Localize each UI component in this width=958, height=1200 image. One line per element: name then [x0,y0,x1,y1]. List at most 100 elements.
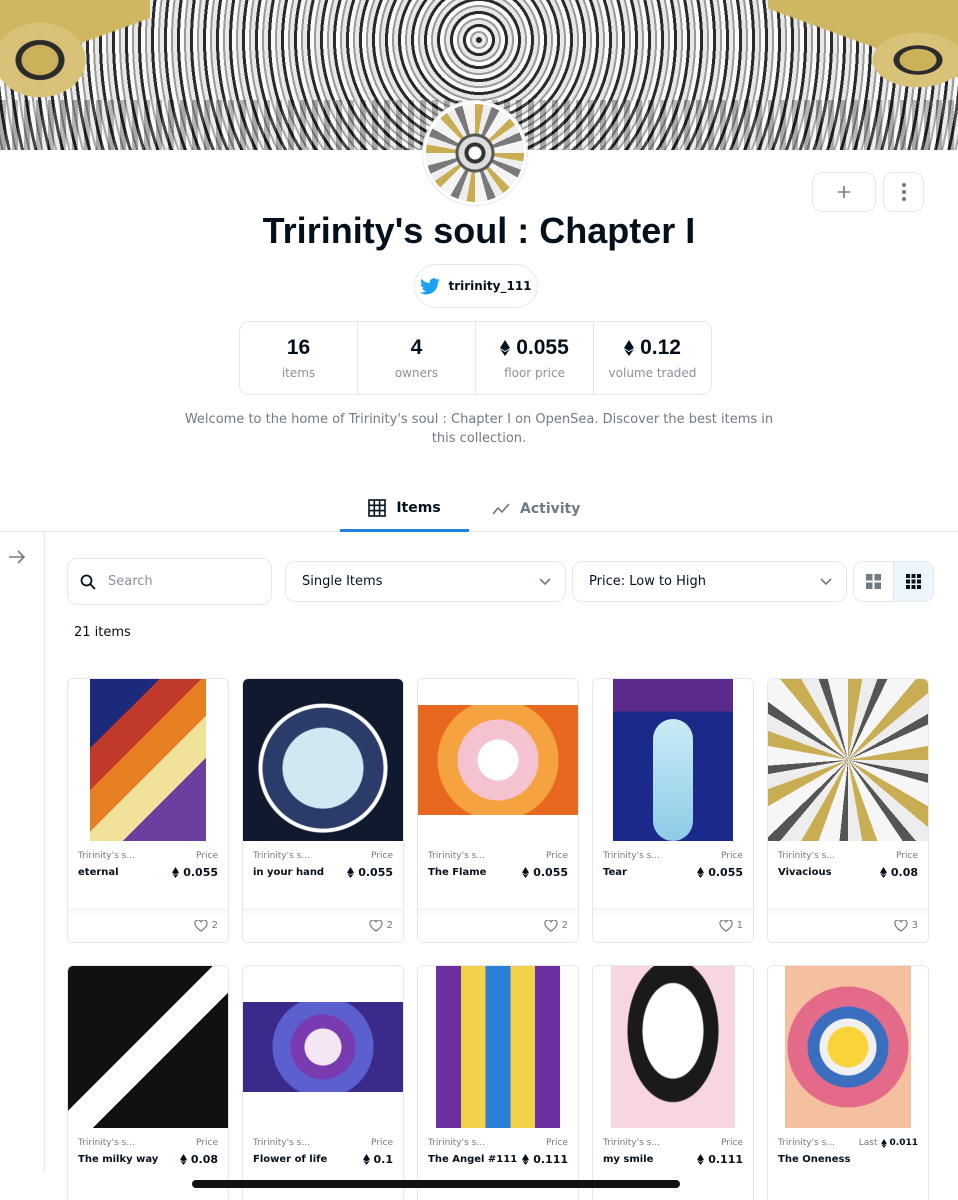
card-collection-name[interactable]: Tririnity's s... [428,1138,517,1148]
card-item-name[interactable]: Tear [603,867,660,878]
stat-floor-price[interactable]: 0.055 floor price [476,322,594,394]
card-collection-name[interactable]: Tririnity's s... [603,1138,660,1148]
nft-card[interactable]: Tririnity's s... my smile Price 0.111 [592,965,754,1200]
nft-card[interactable]: Tririnity's s... Flower of life Price 0.1 [242,965,404,1200]
nft-image[interactable] [68,679,228,841]
card-price: 0.08 [190,1153,218,1166]
twitter-link[interactable]: tririnity_111 [414,264,538,308]
like-count: 3 [911,920,918,931]
stat-value: 0.12 [640,336,681,359]
ethereum-icon [500,340,511,356]
select-value: Single Items [302,574,383,589]
nft-image[interactable] [768,966,928,1128]
ethereum-icon [880,1138,887,1148]
trending-icon [492,503,510,515]
card-item-name[interactable]: eternal [78,867,135,878]
card-item-name[interactable]: The Flame [428,867,486,878]
more-options-button[interactable] [883,172,924,212]
chevron-down-icon [820,577,832,585]
nft-image[interactable] [243,679,403,841]
stat-label: owners [394,366,439,380]
ethereum-icon [172,867,180,878]
card-last-label: Last [858,1138,878,1148]
stat-volume-traded[interactable]: 0.12 volume traded [594,322,711,394]
card-collection-name[interactable]: Tririnity's s... [253,851,324,861]
card-item-name[interactable]: The milky way [78,1154,158,1165]
heart-icon[interactable] [894,919,908,932]
card-footer: 1 [593,908,753,942]
add-button[interactable] [812,172,876,212]
card-price-label: Price [196,1138,218,1148]
card-item-name[interactable]: The Oneness [778,1154,850,1165]
card-last-price: 0.011 [889,1138,918,1148]
card-collection-name[interactable]: Tririnity's s... [603,851,660,861]
card-collection-name[interactable]: Tririnity's s... [428,851,486,861]
nft-image[interactable] [593,966,753,1128]
stat-value: 0.055 [516,336,569,359]
sort-select[interactable]: Price: Low to High [572,561,847,602]
small-grid-button[interactable] [893,562,933,601]
chevron-down-icon [539,577,551,585]
item-type-select[interactable]: Single Items [285,561,566,602]
more-vertical-icon [901,183,906,201]
nft-image[interactable] [68,966,228,1128]
stat-owners[interactable]: 4 owners [358,322,476,394]
nft-card[interactable]: Tririnity's s... The Angel #111 Price 0.1… [417,965,579,1200]
card-collection-name[interactable]: Tririnity's s... [253,1138,327,1148]
card-item-name[interactable]: The Angel #111 [428,1154,517,1165]
nft-image[interactable] [418,966,578,1128]
search-icon [80,574,96,590]
card-item-name[interactable]: in your hand [253,867,324,878]
ethereum-icon [179,1154,187,1165]
stat-label: floor price [504,366,565,380]
card-item-name[interactable]: Vivacious [778,867,835,878]
nft-image[interactable] [593,679,753,841]
collection-stats: 16 items 4 owners 0.055 floor price 0.12… [239,321,712,395]
nft-card[interactable]: Tririnity's s... The Flame Price 0.055 2 [417,678,579,943]
collection-description: Welcome to the home of Tririnity's soul … [184,412,774,446]
plus-icon [838,186,850,198]
card-footer: 2 [418,908,578,942]
card-footer: 2 [68,908,228,942]
stat-label: volume traded [608,366,697,380]
select-value: Price: Low to High [589,574,707,589]
heart-icon[interactable] [194,919,208,932]
small-grid-icon [906,574,921,589]
tab-activity[interactable]: Activity [492,486,580,532]
nft-card[interactable]: Tririnity's s... The milky way Price 0.08 [67,965,229,1200]
search-input[interactable] [108,574,248,589]
tab-items[interactable]: Items [340,486,469,532]
nft-image[interactable] [243,966,403,1128]
card-price: 0.055 [533,866,568,879]
stat-label: items [281,366,316,380]
card-collection-name[interactable]: Tririnity's s... [78,851,135,861]
card-collection-name[interactable]: Tririnity's s... [78,1138,158,1148]
nft-image[interactable] [418,679,578,841]
nft-card[interactable]: Tririnity's s... eternal Price 0.055 2 [67,678,229,943]
stat-value: 16 [286,336,311,359]
ethereum-icon [624,340,635,356]
grid-icon [368,498,387,517]
card-item-name[interactable]: Flower of life [253,1154,327,1165]
card-item-name[interactable]: my smile [603,1154,660,1165]
search-box[interactable] [67,558,272,605]
nft-card[interactable]: Tririnity's s... Tear Price 0.055 1 [592,678,754,943]
card-price: 0.055 [183,866,218,879]
nft-card[interactable]: Tririnity's s... Vivacious Price 0.08 3 [767,678,929,943]
card-footer: 2 [243,908,403,942]
results-count: 21 items [74,625,131,640]
heart-icon[interactable] [719,919,733,932]
card-price: 0.055 [358,866,393,879]
home-indicator[interactable] [192,1180,680,1188]
arrow-right-icon[interactable] [8,550,26,564]
nft-card[interactable]: Tririnity's s... in your hand Price 0.055… [242,678,404,943]
card-collection-name[interactable]: Tririnity's s... [778,1138,850,1148]
heart-icon[interactable] [369,919,383,932]
heart-icon[interactable] [544,919,558,932]
stat-items[interactable]: 16 items [240,322,358,394]
nft-card[interactable]: Tririnity's s... The Oneness Last 0.011 [767,965,929,1200]
nft-image[interactable] [768,679,928,841]
card-collection-name[interactable]: Tririnity's s... [778,851,835,861]
large-grid-button[interactable] [854,562,893,601]
card-price: 0.111 [708,1153,743,1166]
